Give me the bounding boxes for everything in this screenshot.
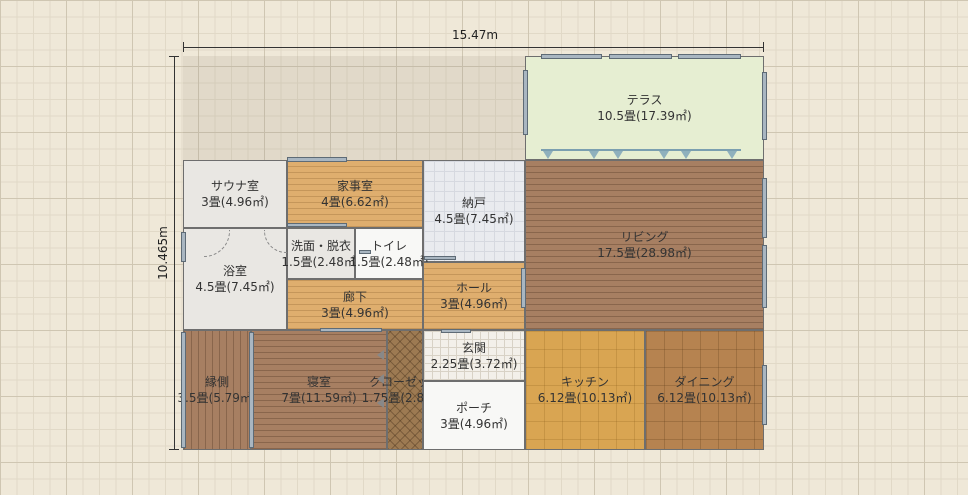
room-name: 納戸 bbox=[461, 196, 486, 210]
room-area: 3畳(4.96㎡) bbox=[440, 416, 508, 431]
room-entrance[interactable]: 玄関 2.25畳(3.72㎡) bbox=[423, 330, 525, 381]
room-housework[interactable]: 家事室 4畳(6.62㎡) bbox=[287, 160, 423, 228]
room-area: 3.5畳(5.79㎡) bbox=[177, 391, 257, 405]
window-living-right-2 bbox=[762, 245, 767, 308]
room-area: 3畳(4.96㎡) bbox=[440, 297, 508, 311]
closet-arrow-icon bbox=[377, 350, 384, 360]
room-name: トイレ bbox=[370, 238, 407, 253]
room-veranda[interactable]: 縁側 3.5畳(5.79㎡) bbox=[177, 330, 257, 450]
lot-area bbox=[183, 56, 525, 160]
room-name: 縁側 bbox=[204, 375, 229, 389]
window-storage-bottom bbox=[424, 256, 456, 260]
room-name: テラス bbox=[626, 93, 663, 107]
floor-plan: 15.47m 10.465m テラス 10.5畳(17.39㎡) サウナ室 3畳… bbox=[0, 0, 968, 495]
room-name: 寝室 bbox=[306, 375, 331, 389]
room-name: ダイニング bbox=[674, 375, 735, 389]
window-bath-left bbox=[181, 232, 186, 262]
height-dimension-tick-bottom bbox=[169, 449, 179, 450]
window-entrance-top bbox=[441, 329, 471, 333]
room-name: 玄関 bbox=[461, 340, 486, 355]
window-toilet-inner bbox=[359, 250, 371, 254]
width-dimension-line bbox=[183, 47, 764, 48]
window-terrace-top-1 bbox=[541, 54, 602, 59]
closet-arrow-icon bbox=[377, 398, 384, 408]
room-corridor[interactable]: 廊下 3畳(4.96㎡) bbox=[287, 279, 423, 330]
room-hall[interactable]: ホール 3畳(4.96㎡) bbox=[423, 262, 525, 330]
room-area: 3畳(4.96㎡) bbox=[201, 195, 269, 209]
window-housework-top bbox=[287, 157, 347, 162]
room-dining[interactable]: ダイニング 6.12畳(10.13㎡) bbox=[645, 330, 764, 450]
room-area: 10.5畳(17.39㎡) bbox=[597, 109, 692, 123]
window-hall-right bbox=[521, 268, 526, 308]
width-dimension-tick-right bbox=[763, 42, 764, 52]
room-area: 4畳(6.62㎡) bbox=[321, 195, 389, 209]
window-veranda-left bbox=[181, 332, 186, 448]
room-sauna[interactable]: サウナ室 3畳(4.96㎡) bbox=[183, 160, 287, 228]
terrace-eaves-rail bbox=[541, 149, 741, 161]
window-terrace-right bbox=[762, 72, 767, 140]
window-washroom-top bbox=[287, 223, 347, 227]
room-kitchen[interactable]: キッチン 6.12畳(10.13㎡) bbox=[525, 330, 645, 450]
window-terrace-top-2 bbox=[609, 54, 672, 59]
window-veranda-inner bbox=[249, 332, 254, 448]
room-area: 4.5畳(7.45㎡) bbox=[434, 212, 514, 226]
window-terrace-left bbox=[523, 70, 528, 135]
room-name: 家事室 bbox=[336, 179, 373, 193]
room-area: 17.5畳(28.98㎡) bbox=[597, 246, 692, 260]
room-area: 1.5畳(2.48㎡) bbox=[349, 254, 429, 269]
room-closet[interactable]: クローゼット 1.75畳(2.89㎡) bbox=[362, 330, 448, 450]
window-terrace-top-3 bbox=[678, 54, 741, 59]
room-area: 2.25畳(3.72㎡) bbox=[430, 356, 518, 371]
room-name: 洗面・脱衣 bbox=[290, 238, 351, 253]
room-name: ポーチ bbox=[455, 400, 492, 415]
width-dimension-tick-left bbox=[183, 42, 184, 52]
room-area: 7畳(11.59㎡) bbox=[281, 391, 357, 405]
room-porch[interactable]: ポーチ 3畳(4.96㎡) bbox=[423, 381, 525, 450]
height-dimension-line bbox=[174, 56, 175, 450]
room-terrace[interactable]: テラス 10.5畳(17.39㎡) bbox=[525, 56, 764, 160]
room-area: 6.12畳(10.13㎡) bbox=[657, 391, 752, 405]
room-name: キッチン bbox=[560, 375, 609, 389]
window-bedroom-top bbox=[320, 328, 382, 332]
room-living[interactable]: リビング 17.5畳(28.98㎡) bbox=[525, 160, 764, 330]
room-name: ホール bbox=[455, 281, 492, 295]
room-area: 4.5畳(7.45㎡) bbox=[195, 280, 275, 294]
closet-arrow-icon bbox=[377, 374, 384, 384]
room-storage[interactable]: 納戸 4.5畳(7.45㎡) bbox=[423, 160, 525, 262]
room-area: 3畳(4.96㎡) bbox=[321, 305, 389, 320]
window-dining-right bbox=[762, 365, 767, 425]
room-name: 浴室 bbox=[222, 264, 247, 278]
room-area: 6.12畳(10.13㎡) bbox=[537, 391, 633, 405]
room-name: サウナ室 bbox=[210, 179, 259, 193]
room-name: リビング bbox=[620, 230, 669, 244]
window-living-right-1 bbox=[762, 178, 767, 238]
room-name: 廊下 bbox=[342, 289, 367, 304]
room-washroom[interactable]: 洗面・脱衣 1.5畳(2.48㎡) bbox=[281, 228, 361, 279]
height-dimension-tick-top bbox=[169, 56, 179, 57]
width-dimension-label: 15.47m bbox=[452, 28, 499, 42]
height-dimension-label: 10.465m bbox=[155, 226, 170, 280]
